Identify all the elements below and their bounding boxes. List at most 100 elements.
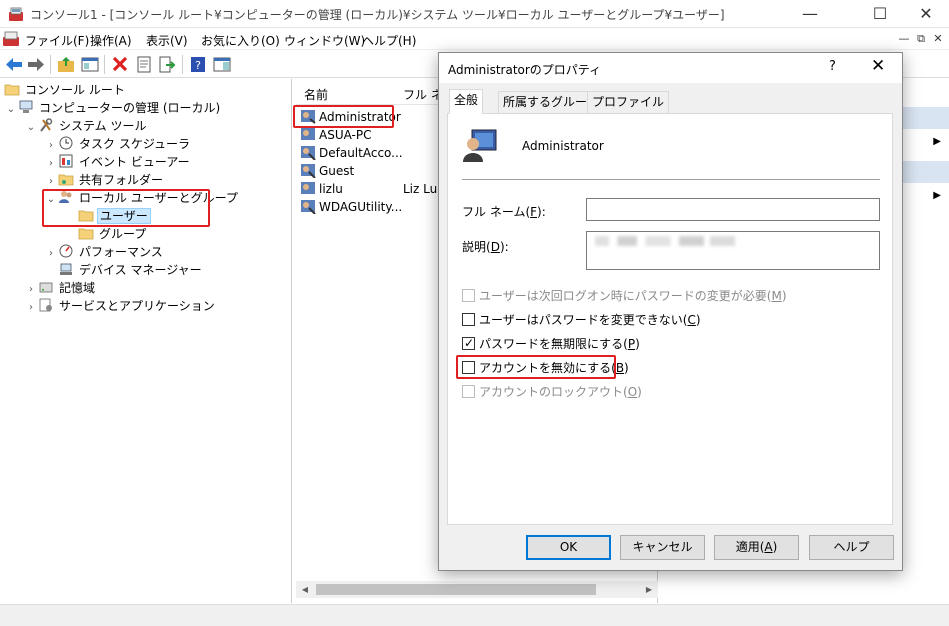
mdi-restore-button[interactable]: ⧉: [913, 31, 929, 47]
tree-label: ユーザー: [97, 208, 151, 224]
tree-label: 記憶域: [59, 281, 96, 295]
back-arrow-icon[interactable]: [4, 55, 24, 74]
tree-node-event-viewer[interactable]: › イベント ビューアー: [44, 153, 192, 171]
account-disabled-checkbox[interactable]: アカウントを無効にする(B): [462, 360, 629, 376]
dialog-title-bar: Administratorのプロパティ ? ✕: [439, 53, 902, 83]
scroll-right-arrow-icon[interactable]: ▶: [642, 583, 656, 596]
checkbox-box[interactable]: [462, 385, 475, 398]
tree-node-shared-folders[interactable]: › 共有フォルダー: [44, 171, 165, 189]
dialog-title: Administratorのプロパティ: [448, 63, 602, 77]
password-never-expires-checkbox[interactable]: パスワードを無期限にする(P): [462, 335, 640, 352]
users-groups-icon: [59, 191, 72, 203]
cannot-change-password-checkbox[interactable]: ユーザーはパスワードを変更できない(C): [462, 312, 701, 328]
status-bar: [0, 604, 949, 626]
shared-folder-icon: [58, 174, 74, 186]
show-action-pane-icon[interactable]: [212, 55, 232, 74]
properties-icon[interactable]: [134, 55, 154, 74]
user-row-administrator[interactable]: Administrator: [300, 108, 401, 126]
user-row-guest[interactable]: Guest: [300, 162, 354, 180]
services-icon: [39, 298, 52, 312]
maximize-button[interactable]: ☐: [857, 0, 903, 28]
checkbox-box[interactable]: [462, 313, 475, 326]
mmc-app-icon: [9, 7, 23, 21]
column-header-name[interactable]: 名前: [304, 86, 328, 103]
tree-label: コンピューターの管理 (ローカル): [39, 101, 221, 115]
horizontal-scrollbar[interactable]: ◀ ▶: [296, 581, 658, 598]
apply-button[interactable]: 適用(A): [714, 535, 799, 560]
tree-node-system-tools[interactable]: ⌄ システム ツール: [24, 117, 148, 135]
scroll-thumb[interactable]: [316, 584, 596, 595]
user-name: ASUA-PC: [319, 128, 372, 142]
expand-chevron-icon[interactable]: ⌄: [24, 119, 38, 137]
tree-label: ローカル ユーザーとグループ: [79, 191, 238, 205]
must-change-password-checkbox[interactable]: ユーザーは次回ログオン時にパスワードの変更が必要(M): [462, 288, 787, 304]
user-name: DefaultAcco...: [319, 146, 403, 160]
export-list-icon[interactable]: [157, 55, 177, 74]
forward-arrow-icon[interactable]: [26, 55, 46, 74]
checkbox-box[interactable]: [462, 289, 475, 302]
checkbox-box[interactable]: [462, 361, 475, 374]
tree-node-services-applications[interactable]: › サービスとアプリケーション: [24, 297, 217, 315]
cancel-button[interactable]: キャンセル: [620, 535, 705, 560]
tree-label: サービスとアプリケーション: [59, 299, 215, 313]
more-actions-arrow-icon[interactable]: ▶: [933, 190, 941, 201]
disabled-user-icon: [301, 200, 316, 214]
divider: [462, 179, 880, 180]
up-folder-icon[interactable]: [56, 55, 76, 74]
dialog-close-button[interactable]: ✕: [871, 56, 885, 76]
menu-action[interactable]: 操作(A): [90, 32, 132, 49]
close-window-button[interactable]: ✕: [903, 0, 949, 28]
window-title: コンソール1 - [コンソール ルート¥コンピューターの管理 (ローカル)¥シス…: [30, 8, 725, 22]
disabled-user-icon: [301, 146, 316, 160]
user-icon: [301, 182, 315, 194]
column-header-fullname[interactable]: フル ネ: [403, 86, 443, 103]
more-actions-arrow-icon[interactable]: ▶: [933, 136, 941, 147]
tree-node-computer-management[interactable]: ⌄ コンピューターの管理 (ローカル): [4, 99, 222, 117]
expand-chevron-icon[interactable]: ›: [24, 299, 38, 317]
tree-node-performance[interactable]: › パフォーマンス: [44, 243, 165, 261]
show-hide-tree-icon[interactable]: [80, 55, 100, 74]
toolbar-separator: [50, 55, 51, 74]
tree-node-storage[interactable]: › 記憶域: [24, 279, 97, 297]
menu-window[interactable]: ウィンドウ(W): [284, 32, 365, 49]
help-button[interactable]: ヘルプ: [809, 535, 894, 560]
minimize-button[interactable]: —: [787, 0, 833, 28]
description-input[interactable]: [586, 231, 880, 270]
tree-node-local-users-groups[interactable]: ⌄ ローカル ユーザーとグループ: [44, 189, 240, 207]
tree-node-console-root[interactable]: コンソール ルート: [4, 81, 127, 99]
tree-label: デバイス マネージャー: [79, 263, 202, 277]
tree-node-task-scheduler[interactable]: › タスク スケジューラ: [44, 135, 192, 153]
title-bar: コンソール1 - [コンソール ルート¥コンピューターの管理 (ローカル)¥シス…: [0, 0, 949, 28]
menu-favorites[interactable]: お気に入り(O): [201, 32, 280, 49]
tree-label: パフォーマンス: [79, 245, 163, 259]
tree-node-users[interactable]: ユーザー: [64, 207, 151, 225]
ok-button[interactable]: OK: [526, 535, 611, 560]
expand-chevron-icon[interactable]: ⌄: [4, 101, 18, 119]
tab-profile[interactable]: プロファイル: [587, 91, 670, 113]
user-row-wdagutility[interactable]: WDAGUtility...: [300, 198, 402, 216]
console-menu-icon[interactable]: [2, 31, 20, 47]
fullname-input[interactable]: [586, 198, 880, 221]
tree-node-groups[interactable]: グループ: [64, 225, 148, 243]
tree-label: タスク スケジューラ: [79, 137, 190, 151]
menu-help[interactable]: ヘルプ(H): [362, 32, 416, 49]
tree-node-device-manager[interactable]: デバイス マネージャー: [44, 261, 204, 279]
tab-general[interactable]: 全般: [449, 89, 484, 114]
account-lockout-checkbox[interactable]: アカウントのロックアウト(O): [462, 384, 642, 400]
dialog-help-button[interactable]: ?: [829, 59, 836, 74]
user-fullname: Liz Lu: [403, 182, 438, 196]
help-icon[interactable]: ?: [188, 55, 208, 74]
checkbox-box[interactable]: [462, 335, 475, 351]
mdi-close-button[interactable]: ✕: [930, 31, 946, 47]
tools-icon: [40, 118, 53, 132]
menu-file[interactable]: ファイル(F): [25, 32, 89, 49]
delete-icon[interactable]: [110, 55, 130, 74]
expand-chevron-icon[interactable]: ⌄: [44, 191, 58, 209]
user-row-defaultaccount[interactable]: DefaultAcco...: [300, 144, 403, 162]
menu-view[interactable]: 表示(V): [146, 32, 188, 49]
storage-icon: [39, 282, 53, 293]
user-row-asua-pc[interactable]: ASUA-PC: [300, 126, 372, 144]
disabled-user-icon: [301, 164, 316, 178]
mdi-minimize-button[interactable]: —: [896, 31, 912, 47]
scroll-left-arrow-icon[interactable]: ◀: [298, 583, 312, 596]
